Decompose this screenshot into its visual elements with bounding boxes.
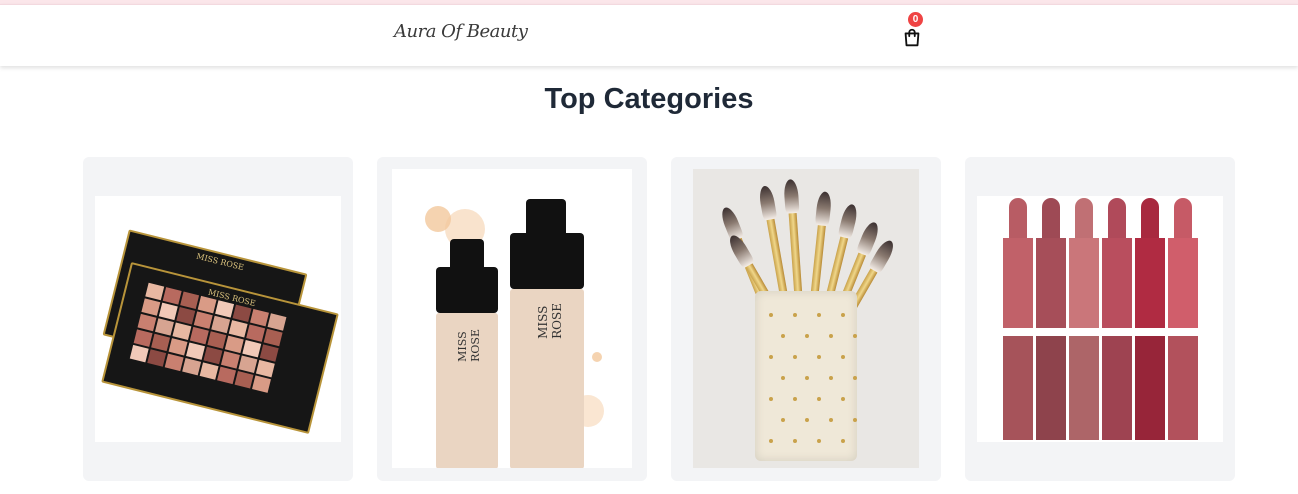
- holder-stud: [817, 439, 821, 443]
- holder-stud: [805, 334, 809, 338]
- palette-swatch: [180, 291, 200, 309]
- site-logo[interactable]: Aura Of Beauty: [394, 21, 528, 42]
- palette-swatch: [224, 335, 244, 354]
- palette-swatch: [250, 308, 269, 327]
- palette-swatch: [154, 318, 174, 336]
- palette-swatch: [162, 287, 182, 305]
- palette-swatch: [246, 324, 266, 342]
- palette-swatch: [158, 302, 178, 321]
- decor-dot: [592, 352, 602, 362]
- holder-stud: [817, 397, 821, 401]
- palette-swatch: [141, 298, 161, 316]
- holder-stud: [781, 334, 785, 338]
- palette-swatch: [151, 333, 171, 352]
- bottle-brand-label: MISS ROSE: [536, 303, 564, 339]
- holder-stud: [769, 397, 773, 401]
- holder-stud: [829, 376, 833, 380]
- holder-stud: [793, 397, 797, 401]
- palette-swatch: [207, 331, 227, 349]
- holder-stud: [769, 355, 773, 359]
- palette-brand-label: MISS ROSE: [195, 251, 245, 273]
- holder-stud: [769, 439, 773, 443]
- holder-stud: [841, 397, 845, 401]
- palette-swatch: [168, 338, 188, 356]
- palette-swatches: [129, 282, 287, 393]
- holder-stud: [781, 376, 785, 380]
- holder-stud: [817, 355, 821, 359]
- holder-stud: [769, 313, 773, 317]
- holder-stud: [781, 418, 785, 422]
- palette-swatch: [263, 328, 283, 347]
- brush-holder: [755, 291, 857, 461]
- palette-swatch: [189, 326, 209, 345]
- palette-swatch: [211, 315, 231, 334]
- holder-stud: [817, 313, 821, 317]
- palette-swatch: [164, 353, 184, 372]
- holder-stud: [853, 334, 857, 338]
- holder-stud: [841, 439, 845, 443]
- palette-swatch: [238, 355, 258, 373]
- holder-stud: [841, 313, 845, 317]
- palette-swatch: [215, 300, 235, 318]
- palette-swatch: [129, 344, 149, 363]
- palette-swatch: [217, 366, 237, 385]
- holder-stud: [793, 355, 797, 359]
- palette-swatch: [234, 371, 254, 389]
- holder-stud: [829, 418, 833, 422]
- palette-swatch: [133, 329, 153, 347]
- holder-stud: [793, 313, 797, 317]
- category-card-lipsticks[interactable]: [965, 157, 1235, 481]
- palette-swatch: [267, 313, 287, 331]
- category-card-palette[interactable]: MISS ROSE MISS ROSE: [83, 157, 353, 481]
- palette-swatch: [203, 346, 223, 365]
- lipsticks-image: [977, 196, 1223, 442]
- cart-button[interactable]: 0: [899, 12, 925, 53]
- palette-swatch: [145, 282, 165, 301]
- site-header: Aura Of Beauty 0: [0, 4, 1298, 66]
- foundation-image: MISS ROSE MISS ROSE: [392, 169, 632, 468]
- section-title: Top Categories: [544, 83, 754, 115]
- palette-swatch: [147, 349, 167, 367]
- category-card-foundation[interactable]: MISS ROSE MISS ROSE: [377, 157, 647, 481]
- holder-stud: [853, 376, 857, 380]
- holder-stud: [793, 439, 797, 443]
- palette-swatch: [172, 322, 192, 341]
- holder-stud: [829, 334, 833, 338]
- cart-count-badge: 0: [908, 12, 923, 27]
- holder-stud: [853, 418, 857, 422]
- palette-swatch: [197, 295, 217, 314]
- palette-swatch: [220, 351, 240, 369]
- holder-stud: [805, 376, 809, 380]
- palette-swatch: [176, 307, 196, 325]
- palette-swatch: [242, 339, 262, 358]
- palette-image: MISS ROSE MISS ROSE: [95, 196, 341, 442]
- palette-swatch: [199, 362, 219, 380]
- bottle-brand-label: MISS ROSE: [456, 329, 482, 362]
- palette-swatch: [232, 304, 252, 323]
- palette-swatch: [186, 342, 205, 360]
- category-card-brushes[interactable]: [671, 157, 941, 481]
- palette-swatch: [182, 357, 202, 376]
- palette-swatch: [259, 344, 279, 362]
- holder-stud: [841, 355, 845, 359]
- holder-stud: [805, 418, 809, 422]
- palette-swatch: [137, 313, 157, 332]
- shopping-bag-icon: [904, 28, 920, 47]
- palette-swatch: [255, 359, 275, 378]
- brushes-image: [693, 169, 919, 468]
- palette-swatch: [228, 320, 248, 338]
- palette-swatch: [193, 311, 213, 329]
- palette-swatch: [252, 375, 271, 393]
